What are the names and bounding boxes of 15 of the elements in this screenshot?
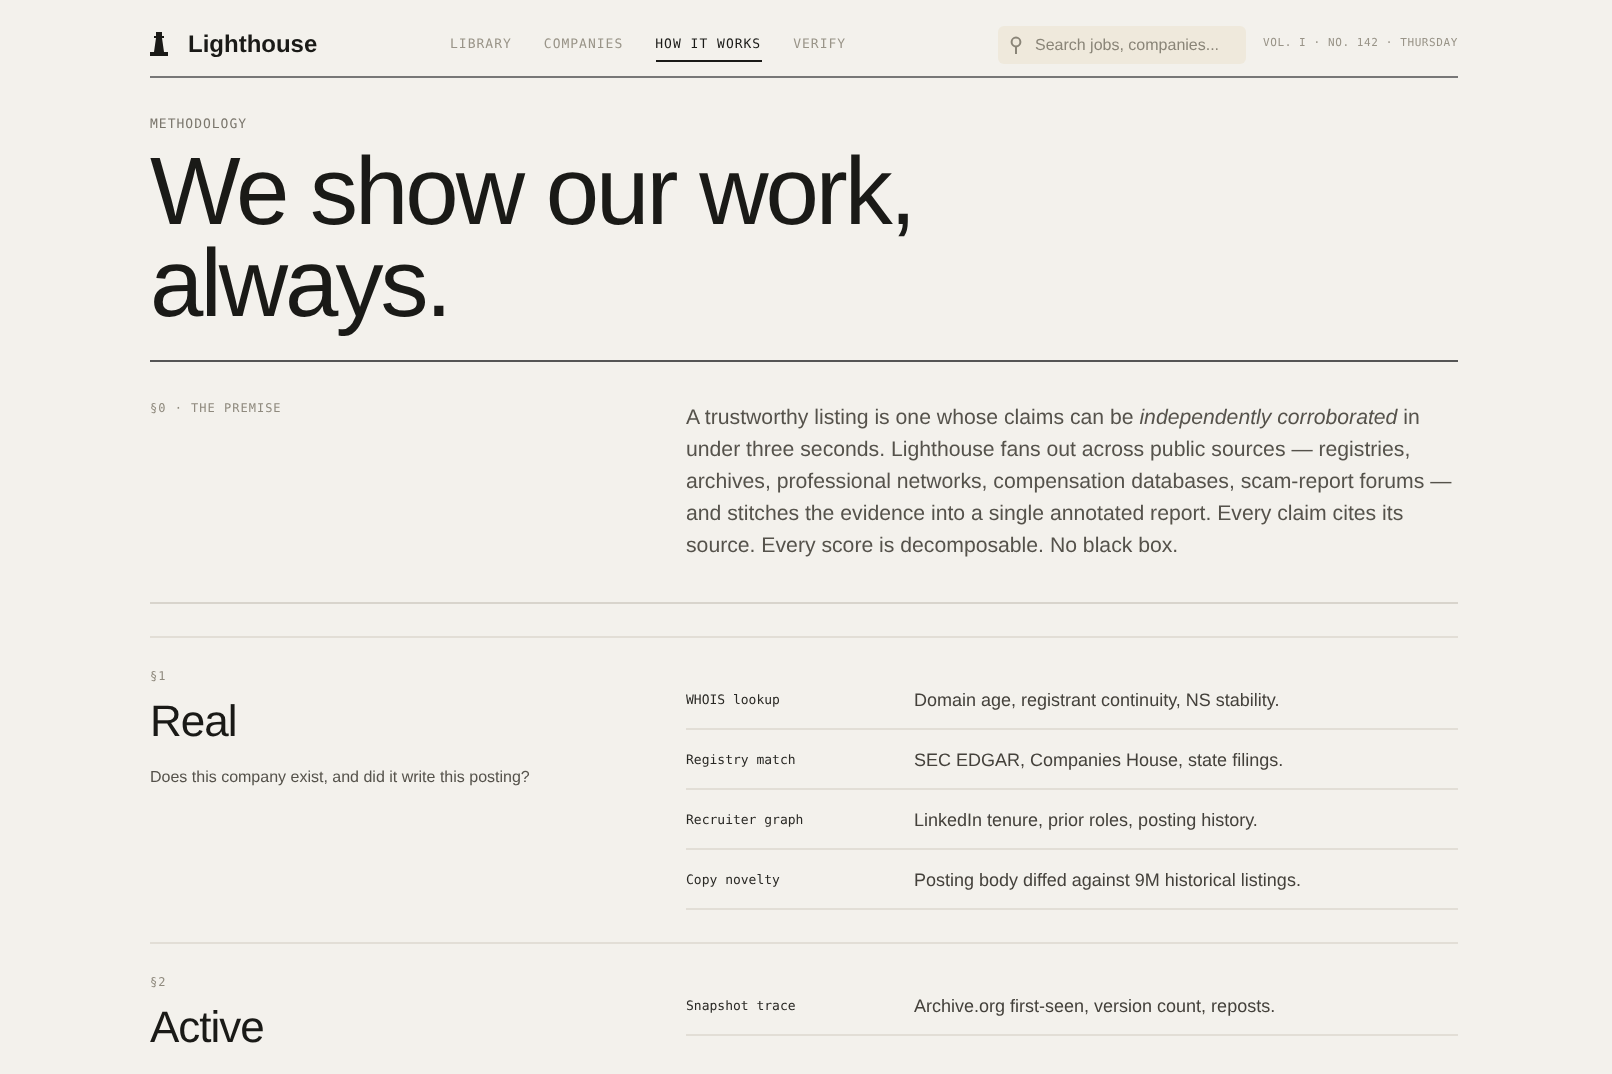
- premise-paragraph: A trustworthy listing is one whose claims can be independently corroborated in under three seconds. Lighthouse fans out across public sources — registries, archives, professional networks, compensation databases, scam-report forums — and stitches the evidence into a single annotated report. Every claim cites its source. Every score is decomposable. No black box.: [686, 404, 1454, 562]
- check-detail: Archive.org first-seen, version count, reposts.: [914, 995, 1276, 1015]
- section-title: Real: [150, 696, 237, 748]
- section-title: Active: [150, 1002, 264, 1054]
- headline: We show our work,: [150, 148, 914, 240]
- headline: always.: [150, 240, 450, 332]
- search-field[interactable]: Search jobs, companies...: [998, 25, 1247, 63]
- search-icon: [1010, 35, 1023, 53]
- brand-name[interactable]: Lighthouse: [188, 30, 318, 58]
- lighthouse-icon: [150, 32, 168, 56]
- check-detail: LinkedIn tenure, prior roles, posting history.: [914, 809, 1258, 829]
- check-detail: SEC EDGAR, Companies House, state filings.: [914, 749, 1284, 769]
- check-detail: Domain age, registrant continuity, NS stability.: [914, 689, 1280, 709]
- section-question: Does this company exist, and did it write this posting?: [150, 768, 530, 786]
- check-detail: Posting body diffed against 9M historical listings.: [914, 869, 1301, 889]
